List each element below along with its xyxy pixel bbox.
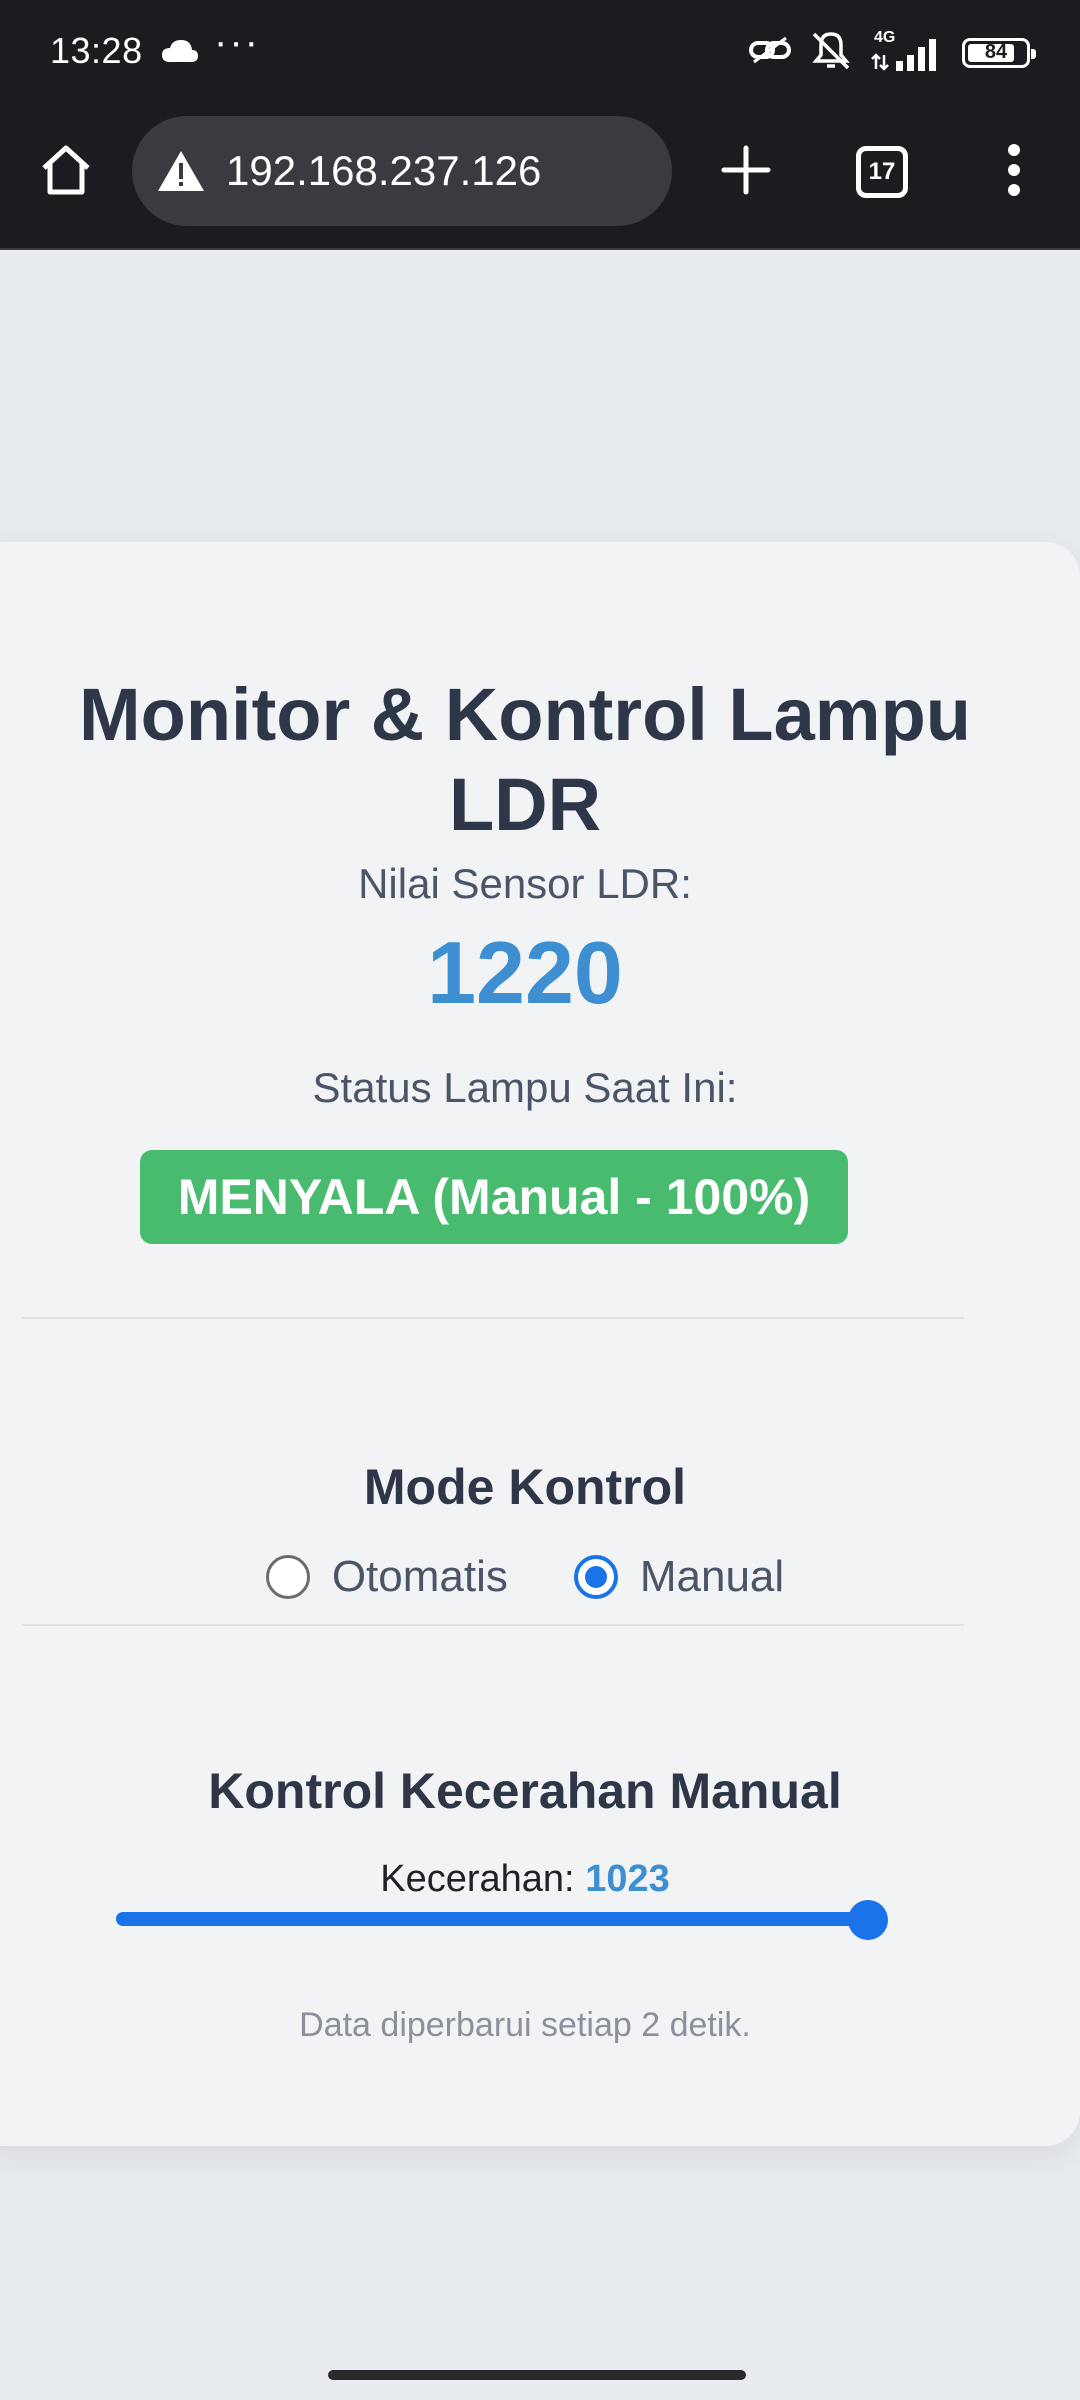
mode-option-manual[interactable]: Manual	[573, 1552, 785, 1602]
home-button[interactable]	[34, 138, 98, 202]
brightness-section-title: Kontrol Kecerahan Manual	[208, 1763, 842, 1819]
slider-thumb[interactable]	[848, 1900, 888, 1940]
update-note: Data diperbarui setiap 2 detik.	[299, 2006, 751, 2044]
tab-count: 17	[868, 158, 896, 185]
sensor-value: 1220	[427, 923, 623, 1022]
more-notifications-icon: ···	[214, 20, 260, 64]
mode-option-label: Otomatis	[331, 1552, 508, 1601]
new-tab-button[interactable]	[714, 138, 778, 202]
sensor-label: Nilai Sensor LDR:	[358, 860, 692, 907]
menu-dot-icon	[1008, 164, 1020, 176]
mode-option-label: Manual	[639, 1552, 785, 1601]
address-bar[interactable]: 192.168.237.126	[132, 116, 672, 226]
menu-dot-icon	[1008, 184, 1020, 196]
tab-switcher-button[interactable]: 17	[856, 146, 908, 198]
mode-radio-group: Otomatis Manual	[0, 1552, 1050, 1602]
radio-otomatis[interactable]	[265, 1555, 310, 1599]
brightness-value: 1023	[585, 1858, 670, 1900]
brightness-slider[interactable]	[116, 1898, 888, 1940]
url-text: 192.168.237.126	[226, 147, 542, 194]
status-bar: 13:28 ··· 4G 84	[0, 0, 1080, 104]
web-page: Monitor & Kontrol Lampu LDR Nilai Sensor…	[0, 250, 1080, 2400]
lamp-status-label: Status Lampu Saat Ini:	[312, 1064, 738, 1111]
home-indicator	[328, 2370, 746, 2380]
slider-fill	[116, 1912, 868, 1926]
menu-dot-icon	[1008, 144, 1020, 156]
cloud-icon	[160, 38, 200, 69]
divider	[22, 1624, 964, 1626]
radio-manual[interactable]	[573, 1555, 618, 1599]
status-icons: 4G 84	[748, 29, 1036, 75]
browser-menu-button[interactable]	[990, 138, 1038, 202]
divider	[22, 1317, 964, 1319]
mode-option-otomatis[interactable]: Otomatis	[265, 1552, 508, 1602]
plus-icon	[721, 145, 771, 195]
brightness-label: Kecerahan:	[380, 1858, 575, 1900]
home-icon	[42, 145, 90, 195]
lamp-status-badge: MENYALA (Manual - 100%)	[140, 1150, 848, 1244]
mode-section-title: Mode Kontrol	[363, 1459, 687, 1515]
control-card: Monitor & Kontrol Lampu LDR Nilai Sensor…	[0, 542, 1080, 2146]
brightness-readout: Kecerahan: 1023	[0, 1858, 1050, 1901]
mute-bell-icon	[810, 30, 852, 75]
battery-level: 84	[984, 41, 1008, 63]
warning-icon	[158, 151, 204, 191]
browser-toolbar: 192.168.237.126 17	[0, 104, 1080, 250]
signal-icon: 4G	[870, 29, 944, 73]
link-icon	[748, 34, 792, 71]
page-title: Monitor & Kontrol Lampu LDR	[79, 673, 971, 846]
battery-icon: 84	[962, 37, 1036, 68]
status-time: 13:28	[50, 30, 143, 71]
